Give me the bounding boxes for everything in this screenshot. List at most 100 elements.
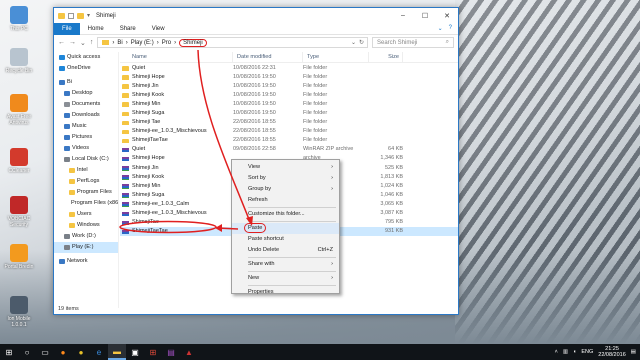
close-icon[interactable]: ✕ [436, 12, 458, 20]
task-view-icon[interactable]: ▭ [36, 344, 54, 360]
file-row[interactable]: Quiet 10/08/2016 22:31 File folder [120, 63, 458, 72]
file-date: 10/08/2016 19:50 [233, 91, 276, 98]
file-name: ShimejiTaeTae [120, 137, 233, 144]
qat-dropdown-icon[interactable]: ▾ [87, 12, 90, 19]
menu-item-view[interactable]: View › [232, 162, 339, 173]
nav-item[interactable]: Desktop [54, 88, 118, 99]
menu-item-refresh[interactable]: Refresh [232, 195, 339, 206]
desktop-icon[interactable]: Portal Bredin [2, 244, 36, 270]
menu-item-new[interactable]: New › [232, 273, 339, 284]
desktop-icon[interactable]: Ion Mobile 1.0.0.1 [2, 296, 36, 328]
tab-view[interactable]: View [144, 23, 173, 35]
forward-arrow-icon[interactable]: → [69, 39, 76, 46]
address-bar[interactable]: › Bi › Play (E:) › Pro › Shimeji ⌄ ↻ [97, 37, 368, 48]
file-explorer-icon[interactable]: ▬ [108, 344, 126, 360]
nav-item[interactable]: Music [54, 121, 118, 132]
winrar-archive-icon [122, 166, 129, 171]
tray-up-icon[interactable]: ˄ [555, 349, 558, 355]
tab-home[interactable]: Home [80, 23, 112, 35]
new-folder-icon[interactable] [77, 12, 84, 19]
language-indicator[interactable]: ENG [581, 349, 593, 355]
address-dropdown-icon[interactable]: ⌄ [351, 39, 356, 46]
file-row[interactable]: Shimeji Jin 10/08/2016 19:50 File folder [120, 81, 458, 90]
column-name[interactable]: Name [120, 51, 233, 63]
chrome-icon[interactable]: ● [72, 344, 90, 360]
refresh-icon[interactable]: ↻ [359, 39, 367, 46]
windows-icon[interactable]: ⊞ [144, 344, 162, 360]
desktop-icon[interactable]: Avast Free Antivirus [2, 94, 36, 126]
column-size[interactable]: Size [369, 51, 403, 63]
menu-item-properties[interactable]: Properties [232, 287, 339, 298]
nav-item[interactable]: Play (E:) [54, 242, 118, 253]
expand-ribbon-icon[interactable]: ⌄ [438, 25, 443, 32]
breadcrumb-current[interactable]: Shimeji [179, 38, 207, 47]
menu-item-share-with[interactable]: Share with › [232, 259, 339, 270]
breadcrumb-pro[interactable]: Pro [162, 40, 171, 46]
firefox-icon[interactable]: ● [54, 344, 72, 360]
file-row[interactable]: Shimeji Min 10/08/2016 19:50 File folder [120, 99, 458, 108]
menu-item-group-by[interactable]: Group by › [232, 184, 339, 195]
tab-share[interactable]: Share [112, 23, 144, 35]
desktop-icon[interactable]: Recycle Bin [2, 48, 36, 74]
nav-item-label: Play (E:) [72, 244, 94, 250]
desktop-icon[interactable]: CCleaner [2, 148, 36, 174]
volume-icon[interactable]: ◖ [573, 349, 576, 355]
file-row[interactable]: Shimeji Suga 10/08/2016 19:50 File folder [120, 108, 458, 117]
column-date-modified[interactable]: Date modified [233, 51, 303, 63]
nav-item[interactable]: Quick access [54, 52, 118, 63]
winrar-icon[interactable]: ▤ [162, 344, 180, 360]
network-icon[interactable]: ▥ [563, 349, 568, 355]
nav-item[interactable]: Videos [54, 143, 118, 154]
nav-item[interactable]: Pictures [54, 132, 118, 143]
file-name: Shimeji Min [120, 101, 233, 107]
nav-item[interactable]: Windows [54, 220, 118, 231]
nav-item[interactable]: Documents [54, 99, 118, 110]
column-type[interactable]: Type [303, 51, 369, 63]
up-arrow-icon[interactable]: ↑ [90, 39, 94, 46]
tab-file[interactable]: File [54, 22, 80, 35]
menu-item-sort-by[interactable]: Sort by › [232, 173, 339, 184]
file-row[interactable]: ShimejiTaeTae 22/08/2016 18:55 File folder [120, 136, 458, 145]
nav-item[interactable]: Network [54, 256, 118, 267]
nav-item[interactable]: Local Disk (C:) [54, 154, 118, 165]
recent-dropdown-icon[interactable]: ⌄ [80, 39, 86, 47]
file-name-text: Shimeji Suga [132, 110, 165, 117]
app-icon[interactable]: ▲ [180, 344, 198, 360]
help-icon[interactable]: ? [449, 25, 452, 32]
file-row[interactable]: Shimeji-ee_1.0.3_Mischievous 22/08/2016 1… [120, 127, 458, 136]
properties-icon[interactable] [68, 12, 74, 19]
nav-item[interactable]: Program Files [54, 187, 118, 198]
nav-item[interactable]: Work (D:) [54, 231, 118, 242]
folder-icon[interactable] [58, 12, 65, 19]
desktop-icon[interactable]: VOBCIAC Security [2, 196, 36, 228]
clock[interactable]: 21:25 22/08/2016 [598, 346, 626, 358]
file-row[interactable]: Shimeji Tae 22/08/2016 18:55 File folder [120, 118, 458, 127]
search-icon[interactable]: ○ [18, 344, 36, 360]
file-size: 3,087 KB [380, 210, 403, 217]
maximize-icon[interactable]: ☐ [414, 12, 436, 20]
nav-item[interactable]: OneDrive [54, 63, 118, 74]
start-button[interactable]: ⊞ [0, 344, 18, 360]
nav-item[interactable]: Program Files (x86 [54, 198, 118, 209]
menu-item-customize-this-folder[interactable]: Customize this folder... [232, 209, 339, 220]
breadcrumb-bi[interactable]: Bi [117, 40, 122, 46]
file-row[interactable]: Shimeji Hope 10/08/2016 19:50 File folder [120, 72, 458, 81]
search-box[interactable]: Search Shimeji ⌕ [372, 37, 454, 48]
desktop-icon[interactable]: This PC [2, 6, 36, 32]
menu-item-paste-shortcut[interactable]: Paste shortcut [232, 234, 339, 245]
file-row[interactable]: Quiet 09/08/2016 22:58 WinRAR ZIP archive 6… [120, 145, 458, 154]
nav-item[interactable]: Downloads [54, 110, 118, 121]
file-row[interactable]: Shimeji Kook 10/08/2016 19:50 File folder [120, 90, 458, 99]
breadcrumb-play[interactable]: Play (E:) [131, 40, 154, 46]
notification-icon[interactable]: ▤ [631, 349, 636, 355]
nav-item[interactable]: PerfLogs [54, 176, 118, 187]
nav-item[interactable]: Bi [54, 77, 118, 88]
menu-item-paste[interactable]: Paste [232, 223, 339, 234]
nav-item[interactable]: Users [54, 209, 118, 220]
edge-icon[interactable]: e [90, 344, 108, 360]
nav-item[interactable]: Intel [54, 165, 118, 176]
menu-item-undo-delete[interactable]: Undo Delete Ctrl+Z [232, 245, 339, 256]
store-icon[interactable]: ▣ [126, 344, 144, 360]
minimize-icon[interactable]: – [392, 12, 414, 20]
back-arrow-icon[interactable]: ← [58, 39, 65, 46]
